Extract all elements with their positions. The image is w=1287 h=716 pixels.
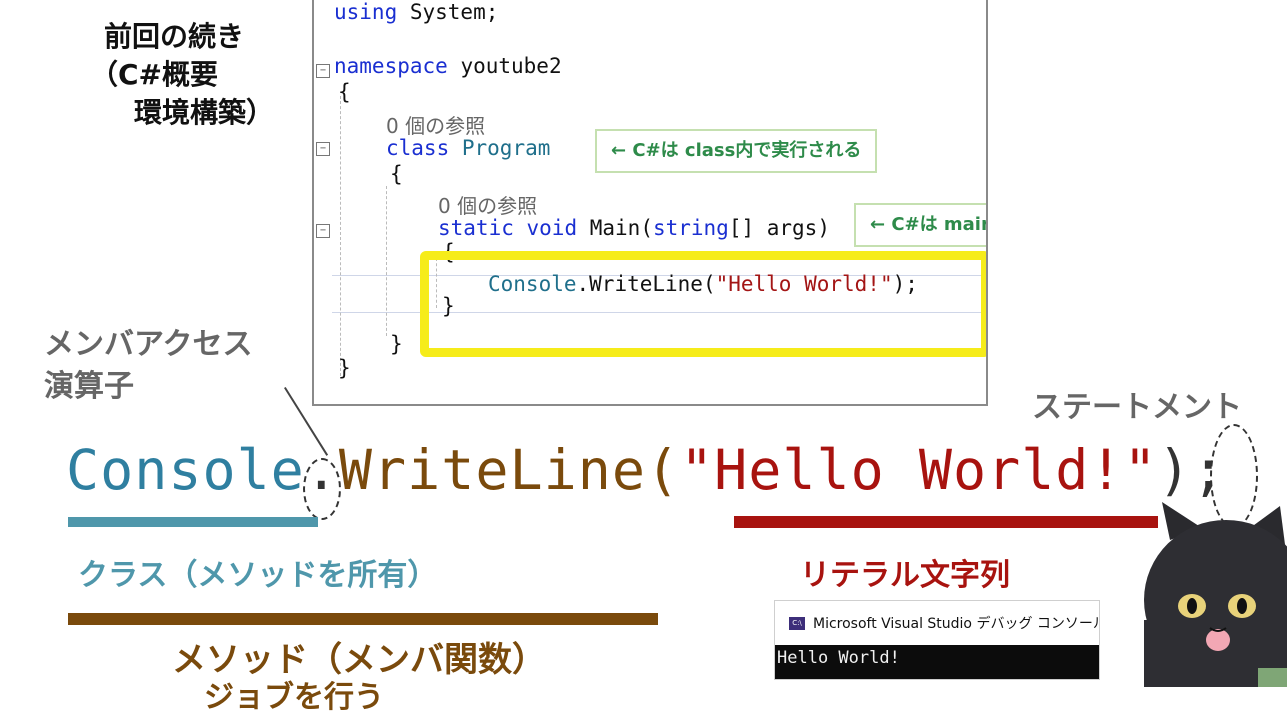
note-class-execution: ← C#は class内で実行される bbox=[595, 129, 878, 173]
keyword-void: void bbox=[526, 216, 578, 240]
member-access-line-2: 演算子 bbox=[44, 369, 134, 404]
method-label-sub: ジョブを行う bbox=[204, 680, 384, 715]
debug-console-window[interactable]: C:\ Microsoft Visual Studio デバッグ コンソール H… bbox=[774, 600, 1100, 680]
code-editor[interactable]: − − − using System; namespace youtube2 {… bbox=[312, 0, 988, 406]
cat-mascot-image bbox=[1144, 502, 1287, 687]
keyword-namespace: namespace bbox=[334, 54, 448, 78]
fold-toggle-class[interactable]: − bbox=[316, 142, 330, 156]
class-label: クラス（メソッドを所有） bbox=[78, 558, 438, 593]
code-line-main-signature: static void Main(string[] args) bbox=[438, 216, 830, 240]
code-line-class: class Program bbox=[386, 136, 550, 160]
big-method-part: WriteLine( bbox=[338, 438, 681, 502]
namespace-close-brace: } bbox=[338, 356, 351, 380]
console-app-icon: C:\ bbox=[789, 617, 805, 630]
main-body-highlight bbox=[420, 251, 986, 357]
console-title-text: Microsoft Visual Studio デバッグ コンソール bbox=[813, 616, 1100, 632]
class-underline bbox=[68, 517, 318, 527]
statement-label: ステートメント bbox=[1032, 390, 1242, 425]
class-close-brace: } bbox=[390, 332, 403, 356]
using-target: System; bbox=[397, 0, 499, 24]
console-output: Hello World! bbox=[775, 645, 1099, 679]
codelens-reference-class[interactable]: 0 個の参照 bbox=[386, 110, 485, 139]
fold-toggle-main[interactable]: − bbox=[316, 224, 330, 238]
main-params: [] args) bbox=[728, 216, 830, 240]
keyword-using: using bbox=[334, 0, 398, 24]
big-string-part: "Hello World!" bbox=[680, 438, 1158, 502]
keyword-class: class bbox=[386, 136, 450, 160]
class-name: Program bbox=[461, 136, 551, 160]
member-access-operator-label: メンバアクセス 演算子 bbox=[44, 324, 253, 408]
fold-toggle-namespace[interactable]: − bbox=[316, 64, 330, 78]
indent-guide bbox=[340, 96, 341, 376]
big-close-paren: ) bbox=[1157, 438, 1192, 502]
caption-line-2: （C#概要 bbox=[90, 58, 219, 91]
code-line-using: using System; bbox=[334, 0, 498, 24]
class-open-brace: { bbox=[390, 162, 403, 186]
previous-episode-caption: 前回の続き （C#概要 環境構築） bbox=[60, 18, 310, 132]
dot-highlight-ring bbox=[303, 458, 341, 520]
codelens-reference-main[interactable]: 0 個の参照 bbox=[438, 190, 537, 219]
namespace-name: youtube2 bbox=[447, 54, 562, 78]
code-line-namespace: namespace youtube2 bbox=[334, 54, 562, 78]
member-access-line-1: メンバアクセス bbox=[44, 327, 253, 362]
caption-line-3: 環境構築） bbox=[134, 96, 275, 129]
literal-string-label: リテラル文字列 bbox=[800, 558, 1010, 593]
namespace-open-brace: { bbox=[338, 80, 351, 104]
indent-guide bbox=[386, 186, 387, 336]
annotated-code-line: Console.WriteLine("Hello World!"); bbox=[66, 438, 1226, 502]
note-main-start-end: ← C#は main関数で開始・終了 bbox=[854, 203, 986, 247]
keyword-static: static bbox=[438, 216, 514, 240]
console-titlebar[interactable]: C:\ Microsoft Visual Studio デバッグ コンソール bbox=[775, 601, 1099, 645]
big-class-part: Console bbox=[66, 438, 305, 502]
literal-underline bbox=[734, 516, 1158, 528]
main-name: Main( bbox=[589, 216, 653, 240]
keyword-string: string bbox=[652, 216, 729, 240]
caption-line-1: 前回の続き bbox=[104, 20, 245, 53]
method-underline bbox=[68, 613, 658, 625]
